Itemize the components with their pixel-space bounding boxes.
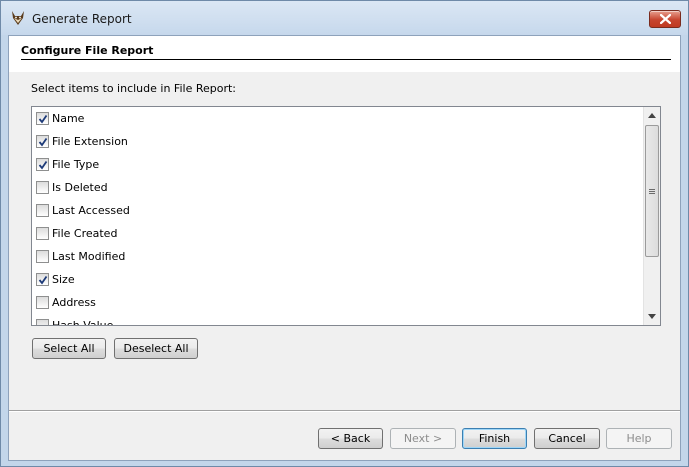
item-checkbox[interactable] [36,158,49,171]
item-label: File Type [52,158,100,171]
wizard-header: Configure File Report [9,36,680,72]
close-icon [660,14,671,24]
item-checkbox[interactable] [36,112,49,125]
arrow-up-icon [648,113,656,118]
item-label: Size [52,273,75,286]
item-checkbox[interactable] [36,273,49,286]
footer-divider-highlight [9,411,680,412]
fox-head-icon [10,10,26,26]
next-button[interactable]: Next > [390,428,456,449]
list-item[interactable]: Last Modified [36,247,636,265]
cancel-button[interactable]: Cancel [534,428,600,449]
item-label: Last Modified [52,250,126,263]
item-label: Hash Value [52,319,114,326]
item-checkbox[interactable] [36,227,49,240]
thumb-grip [649,191,655,192]
checkmark-icon [38,275,48,285]
list-item[interactable]: Name [36,109,636,127]
checkmark-icon [38,160,48,170]
list-item[interactable]: File Created [36,224,636,242]
instruction-label: Select items to include in File Report: [31,82,236,95]
scroll-up-button[interactable] [644,107,660,124]
item-checkbox[interactable] [36,296,49,309]
item-label: Is Deleted [52,181,108,194]
item-label: File Created [52,227,118,240]
checkmark-icon [38,114,48,124]
close-button[interactable] [649,10,681,28]
help-button[interactable]: Help [606,428,672,449]
report-items-list[interactable]: Name File Extension File Type Is Deleted Las… [31,106,661,326]
scroll-down-button[interactable] [644,308,660,325]
thumb-grip [649,193,655,194]
list-item[interactable]: Is Deleted [36,178,636,196]
list-item[interactable]: File Type [36,155,636,173]
list-item[interactable]: Size [36,270,636,288]
item-checkbox[interactable] [36,319,49,325]
vertical-scrollbar[interactable] [643,107,660,325]
checkmark-icon [38,137,48,147]
list-item[interactable]: Last Accessed [36,201,636,219]
generate-report-window: Generate Report Configure File Report Se… [0,0,689,467]
deselect-all-button[interactable]: Deselect All [114,338,198,359]
header-divider [21,59,671,60]
thumb-grip [649,189,655,190]
back-button[interactable]: < Back [318,428,383,449]
arrow-down-icon [648,314,656,319]
window-title: Generate Report [32,12,132,26]
item-checkbox[interactable] [36,135,49,148]
item-label: Name [52,112,85,125]
title-bar[interactable]: Generate Report [1,1,688,35]
list-item[interactable]: File Extension [36,132,636,150]
list-item[interactable]: Hash Value [36,316,636,326]
item-checkbox[interactable] [36,250,49,263]
select-all-button[interactable]: Select All [32,338,106,359]
item-checkbox[interactable] [36,181,49,194]
item-label: File Extension [52,135,128,148]
item-checkbox[interactable] [36,204,49,217]
finish-button[interactable]: Finish [462,428,527,449]
scroll-thumb[interactable] [645,125,659,257]
item-label: Address [52,296,96,309]
list-item[interactable]: Address [36,293,636,311]
wizard-content: Configure File Report Select items to in… [8,35,681,461]
item-label: Last Accessed [52,204,130,217]
page-title: Configure File Report [21,44,154,57]
